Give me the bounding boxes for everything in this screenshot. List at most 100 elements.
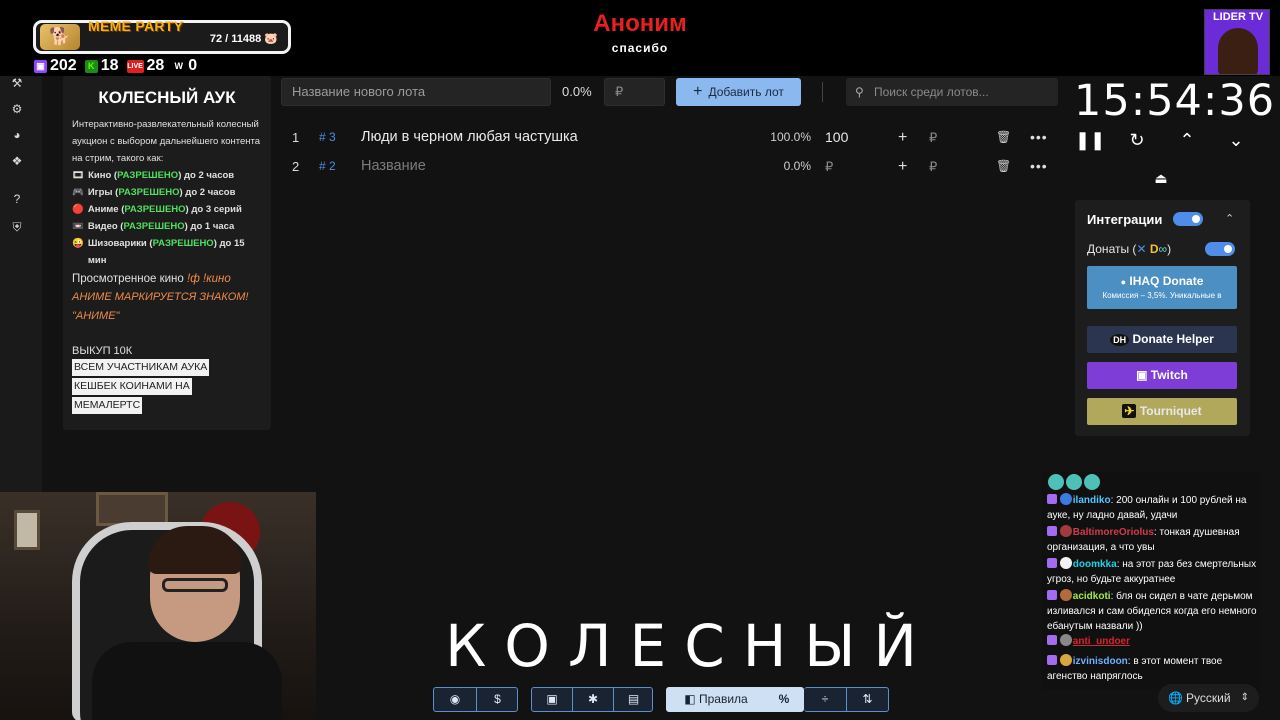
chevron-updown-icon: ⇕	[1240, 692, 1249, 703]
tourniquet-icon: ✈	[1122, 404, 1137, 418]
rules-watched: Просмотренное кино !ф !кино	[72, 273, 231, 285]
chevron-up-icon[interactable]: ⌃	[1225, 212, 1234, 225]
twitch-icon	[1047, 590, 1057, 600]
help-icon[interactable]: ?	[10, 192, 24, 206]
twitch-button[interactable]: ▣ Twitch	[1087, 362, 1237, 389]
auction-hammer-icon[interactable]: ⚒	[10, 76, 24, 90]
links-group: ◉ $	[433, 687, 518, 712]
rules-item-video: 📼 Видео (РАЗРЕШЕНО) до 1 часа	[72, 221, 235, 232]
chevron-down-icon[interactable]: ⌄	[1224, 128, 1248, 152]
donationalerts-icon: D	[1149, 242, 1159, 256]
tourniquet-button[interactable]: ✈ Tourniquet	[1087, 398, 1237, 425]
add-amount-input[interactable]: ₽	[929, 152, 937, 181]
add-amount-button[interactable]: +	[898, 123, 907, 152]
streamer-body	[92, 642, 282, 720]
lot-search-input[interactable]: ⚲ Поиск среди лотов...	[846, 78, 1058, 106]
book-icon: ◧	[684, 692, 696, 706]
rules-item-movies: 🎞 Кино (РАЗРЕШЕНО) до 2 часов	[72, 170, 235, 181]
split-icon[interactable]: ÷	[804, 688, 846, 711]
sort-group: ÷ ⇅	[804, 687, 889, 712]
link-icon: ∞	[1158, 242, 1168, 256]
more-options-icon[interactable]: •••	[1030, 152, 1048, 181]
channel-badge-label: LIDER TV	[1212, 11, 1264, 23]
collapse-icon[interactable]: ⏏	[1150, 170, 1172, 190]
lot-amount-input[interactable]: 100	[825, 123, 848, 152]
avatar	[1218, 28, 1258, 74]
x-icon: ✕	[1136, 242, 1147, 256]
rules-item-schizo: 😜 Шизоварики (РАЗРЕШЕНО) до 15 мин	[72, 238, 245, 266]
twitch-icon	[1047, 526, 1057, 536]
app-sidebar: ⚒ ⚙ ◕ ❖ ? ⛨	[0, 76, 42, 492]
new-lot-name-input[interactable]: Название нового лота	[281, 78, 551, 106]
auction-timer: 15:54:36	[1074, 76, 1276, 126]
donates-label: Донаты (✕ D∞)	[1087, 242, 1172, 256]
clear-list-icon[interactable]: ▤	[614, 688, 653, 711]
rules-intro: Интерактивно-развлекательный колесный ау…	[72, 119, 261, 164]
github-icon[interactable]: ◉	[434, 688, 476, 711]
donate-helper-button[interactable]: DH Donate Helper	[1087, 326, 1237, 353]
avatar	[1059, 654, 1072, 666]
reset-icon[interactable]: ↻	[1125, 128, 1149, 152]
delete-lot-icon[interactable]: 🗑	[996, 152, 1011, 181]
integrations-toggle[interactable]	[1173, 212, 1203, 226]
chat-message: ilandiko: 200 онлайн и 100 рублей на аук…	[1047, 493, 1247, 521]
avatar	[1059, 557, 1072, 569]
lot-name-input[interactable]: Люди в черном любая частушка	[361, 123, 578, 152]
meme-party-count: 72 / 11488 🐷	[209, 33, 278, 45]
donates-toggle[interactable]	[1205, 242, 1235, 256]
integrations-panel: Интеграции ⌃ Донаты (✕ D∞) ● IHAQ Donate…	[1075, 200, 1250, 436]
wall-picture	[96, 492, 168, 526]
rules-anime-note: АНИМЕ МАРКИРУЕТСЯ ЗНАКОМ! "АНИМЕ"	[72, 291, 249, 322]
settings-icon[interactable]: ⚙	[10, 102, 24, 116]
add-amount-button[interactable]: +	[898, 152, 907, 181]
lot-row: 1 # 3 Люди в черном любая частушка 100.0…	[281, 123, 1057, 152]
new-lot-amount-input[interactable]: ₽	[604, 78, 665, 106]
add-lot-button[interactable]: + Добавить лот	[676, 78, 801, 106]
add-amount-input[interactable]: ₽	[929, 123, 937, 152]
more-options-icon[interactable]: •••	[1030, 123, 1048, 152]
pause-icon[interactable]: ❚❚	[1075, 128, 1105, 152]
rules-item-anime: 🔴 Аниме (РАЗРЕШЕНО) до 3 серий	[72, 204, 242, 215]
rules-group: ◧ Правила %	[666, 687, 804, 712]
lot-index: 1	[292, 130, 300, 145]
avatar	[1059, 493, 1072, 505]
ukraine-flag-icon: ●	[1120, 277, 1127, 287]
dollar-icon[interactable]: $	[477, 688, 518, 711]
w-viewers: W0	[172, 57, 198, 75]
glasses	[162, 578, 228, 592]
donor-thanks: спасибо	[611, 41, 669, 55]
shield-icon[interactable]: ⛨	[10, 220, 24, 234]
emote-row	[1048, 474, 1100, 490]
chevron-up-icon[interactable]: ⌃	[1175, 128, 1199, 152]
toolbar-divider	[822, 82, 823, 102]
chat-message: acidkoti: бля он сидел в чате дерьмом из…	[1047, 589, 1257, 632]
emote-icon	[1048, 474, 1064, 490]
ihaq-donate-button[interactable]: ● IHAQ Donate Комиссия – 3,5%. Уникальные…	[1087, 266, 1237, 309]
channel-badge: LIDER TV	[1204, 9, 1270, 75]
twitch-icon	[1047, 558, 1057, 568]
tools-group: ▣ ✱ ▤	[531, 687, 653, 712]
bug-icon[interactable]: ✱	[573, 688, 613, 711]
wheel-icon[interactable]: ◕	[10, 128, 24, 142]
twitch-icon	[1047, 494, 1057, 504]
lot-amount-input[interactable]: ₽	[825, 152, 833, 181]
lot-percent: 100.0%	[770, 130, 811, 144]
chat-message: anti_undoer	[1047, 634, 1257, 649]
integrations-title: Интеграции	[1087, 212, 1163, 227]
sort-icon[interactable]: ⇅	[847, 688, 888, 711]
meme-party-title: MEME PARTY	[88, 18, 184, 34]
doge-icon: 🐕	[40, 24, 80, 50]
percent-icon[interactable]: %	[765, 688, 803, 711]
lot-name-input[interactable]: Название	[361, 152, 426, 181]
chat-message: izvinisdoon: в этот момент твое агенство…	[1047, 654, 1223, 682]
rules-buyout: ВЫКУП 10К	[72, 345, 133, 357]
rules-button[interactable]: ◧ Правила	[667, 688, 765, 711]
twitch-icon	[1047, 635, 1057, 645]
delete-lot-icon[interactable]: 🗑	[996, 123, 1011, 152]
layers-icon[interactable]: ❖	[10, 154, 24, 168]
new-lot-percent: 0.0%	[562, 84, 592, 99]
twitch-icon: ▣	[1136, 368, 1148, 382]
donor-name: Аноним	[593, 10, 687, 37]
language-select[interactable]: 🌐 Русский ⇕	[1158, 684, 1259, 712]
archive-icon[interactable]: ▣	[532, 688, 572, 711]
